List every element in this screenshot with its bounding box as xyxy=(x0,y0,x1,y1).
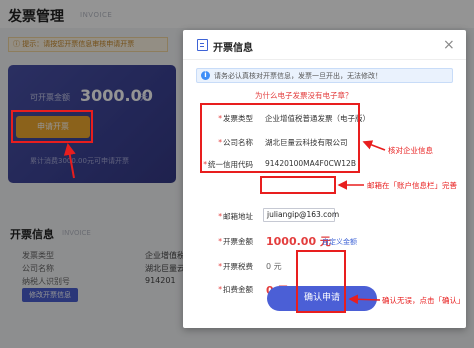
annotation-email-note: 邮箱在「账户信息栏」完善 xyxy=(367,181,457,190)
arrow-to-confirm xyxy=(348,294,381,305)
arrow-to-company xyxy=(362,140,386,151)
arrow-to-apply xyxy=(63,143,76,179)
annotation-confirm-note: 确认无误，点击「确认」 xyxy=(382,296,465,305)
annotation-verify-company: 核对企业信息 xyxy=(388,146,433,155)
